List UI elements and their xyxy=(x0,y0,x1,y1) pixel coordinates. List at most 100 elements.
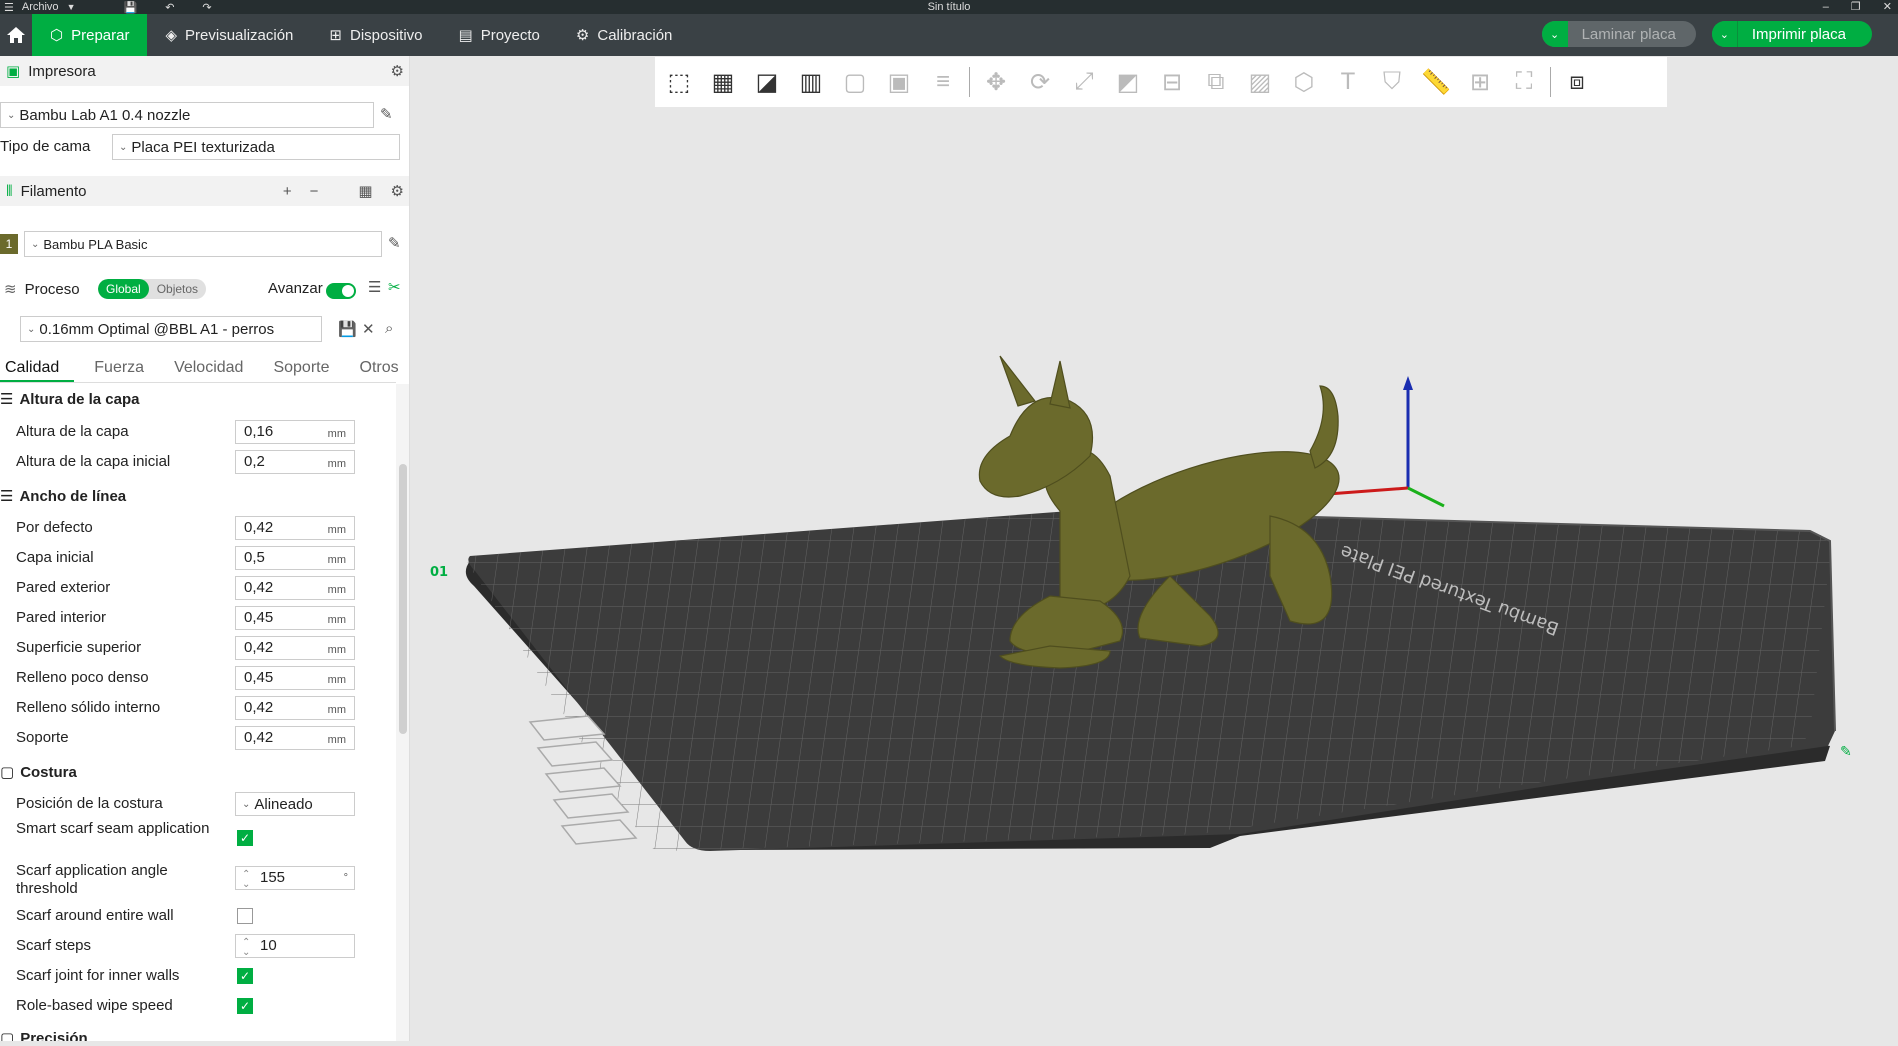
minimize-icon[interactable]: – xyxy=(1823,0,1829,14)
search-icon[interactable]: ⌕ xyxy=(385,320,393,337)
plate-lock-icon[interactable] xyxy=(552,793,630,819)
close-icon[interactable]: ✕ xyxy=(1883,0,1892,14)
scene-canvas[interactable]: Bambu Textured PEI Plate 01 ✎ xyxy=(410,56,1898,1041)
chevron-down-icon[interactable]: ⌄ xyxy=(1711,21,1738,47)
bed-type-select[interactable]: ⌄ Placa PEI texturizada xyxy=(112,134,400,160)
bed-type-label: Tipo de cama xyxy=(0,138,91,155)
seam-position-select[interactable]: ⌄ Alineado xyxy=(235,792,355,816)
role-wipe-checkbox[interactable]: ✓ xyxy=(237,998,253,1014)
gear-icon[interactable]: ⚙ xyxy=(391,182,404,200)
edit-icon[interactable]: ✎ xyxy=(380,105,393,123)
line-width-support-input[interactable]: 0,42 mm xyxy=(235,726,355,750)
measure-icon[interactable]: 📏 xyxy=(1418,64,1454,100)
filament-icon: ⦀ xyxy=(6,182,13,200)
initial-layer-height-input[interactable]: 0,2 mm xyxy=(235,450,355,474)
filament-sync-icon[interactable]: ▦ xyxy=(358,182,372,200)
setting-label: Pared interior xyxy=(16,609,107,626)
cut-icon[interactable]: ⊟ xyxy=(1154,64,1190,100)
setting-label: Scarf joint for inner walls xyxy=(16,967,180,984)
lay-flat-icon[interactable]: ◩ xyxy=(1110,64,1146,100)
scale-icon[interactable]: ⤢ xyxy=(1066,64,1102,100)
process-tabs: Calidad Fuerza Velocidad Soporte Otros xyxy=(0,354,410,382)
copy-icon[interactable]: ▢ xyxy=(837,64,873,100)
filament-slot-badge[interactable]: 1 xyxy=(0,234,18,254)
close-icon[interactable]: ✕ xyxy=(362,320,375,338)
seam-paint-icon[interactable]: ⬡ xyxy=(1286,64,1322,100)
line-width-sparse-infill-input[interactable]: 0,45 mm xyxy=(235,666,355,690)
bounding-box-icon[interactable]: ⛶ xyxy=(1506,64,1542,100)
line-width-inner-wall-input[interactable]: 0,45 mm xyxy=(235,606,355,630)
line-width-internal-solid-input[interactable]: 0,42 mm xyxy=(235,696,355,720)
layer-height-input[interactable]: 0,16 mm xyxy=(235,420,355,444)
tab-prepare[interactable]: ⬡ Preparar xyxy=(32,14,148,56)
scarf-inner-walls-checkbox[interactable]: ✓ xyxy=(237,968,253,984)
text-icon[interactable]: T xyxy=(1330,64,1366,100)
layers-icon[interactable]: ≡ xyxy=(925,64,961,100)
rotate-icon[interactable]: ⟳ xyxy=(1022,64,1058,100)
printer-icon: ▣ xyxy=(6,63,21,80)
scope-objects[interactable]: Objetos xyxy=(149,279,206,299)
chevron-down-icon[interactable]: ⌄ xyxy=(1541,21,1568,47)
plate-number-label[interactable]: 01 xyxy=(430,565,448,580)
list-icon[interactable]: ☰ xyxy=(368,278,381,296)
tab-others[interactable]: Otros xyxy=(345,354,410,382)
scope-global[interactable]: Global xyxy=(98,279,149,299)
arrange-icon[interactable]: ▥ xyxy=(793,64,829,100)
printer-select[interactable]: ⌄ Bambu Lab A1 0.4 nozzle xyxy=(0,102,374,128)
setting-label: Relleno poco denso xyxy=(16,669,149,686)
tab-speed[interactable]: Velocidad xyxy=(159,354,258,382)
scarf-angle-input[interactable]: 155° xyxy=(235,864,355,896)
auto-orient-icon[interactable]: ◪ xyxy=(749,64,785,100)
tab-preview[interactable]: ◈ Previsualización xyxy=(147,14,311,56)
plate-edit-icon[interactable]: ✎ xyxy=(1840,744,1852,760)
tab-quality[interactable]: Calidad xyxy=(0,354,75,382)
dog-model[interactable] xyxy=(978,355,1353,669)
line-width-default-input[interactable]: 0,42 mm xyxy=(235,516,355,540)
add-plate-icon[interactable]: ▦ xyxy=(705,64,741,100)
tab-strength[interactable]: Fuerza xyxy=(74,354,159,382)
seam-icon: ▢ xyxy=(0,764,15,781)
advanced-toggle[interactable] xyxy=(326,283,356,300)
layers-icon: ☰ xyxy=(0,391,14,408)
scarf-steps-input[interactable]: 10 xyxy=(235,932,355,964)
color-paint-icon[interactable]: ⛉ xyxy=(1374,64,1410,100)
process-scope-switch[interactable]: Global Objetos xyxy=(98,279,207,299)
plus-icon[interactable]: + xyxy=(283,183,292,200)
3d-viewport[interactable]: Bambu Textured PEI Plate 01 ✎ xyxy=(410,56,1898,1041)
tab-support[interactable]: Soporte xyxy=(258,354,344,382)
plate-delete-icon[interactable] xyxy=(560,819,638,845)
slice-plate-button[interactable]: ⌄ Laminar placa xyxy=(1541,21,1696,47)
tab-calibration[interactable]: ⚙ Calibración xyxy=(558,14,691,56)
process-profile-select[interactable]: ⌄ 0.16mm Optimal @BBL A1 - perros xyxy=(20,316,322,342)
setting-label: Capa inicial xyxy=(16,549,94,566)
sidebar-scrollbar[interactable] xyxy=(396,384,409,1041)
print-plate-button[interactable]: ⌄ Imprimir placa xyxy=(1711,21,1872,47)
minus-icon[interactable]: − xyxy=(310,183,319,200)
line-width-top-surface-input[interactable]: 0,42 mm xyxy=(235,636,355,660)
add-object-icon[interactable]: ⬚ xyxy=(661,64,697,100)
group-precision: ▢ Precisión xyxy=(0,1029,88,1042)
scrollbar-thumb[interactable] xyxy=(399,464,407,734)
y-axis xyxy=(1407,486,1445,508)
scarf-entire-wall-checkbox[interactable] xyxy=(237,908,253,924)
save-icon[interactable]: 💾 xyxy=(338,320,357,338)
explode-icon[interactable]: ⧈ xyxy=(1559,64,1595,100)
tab-project[interactable]: ▤ Proyecto xyxy=(441,14,558,56)
home-button[interactable] xyxy=(0,14,32,56)
support-paint-icon[interactable]: ▨ xyxy=(1242,64,1278,100)
line-width-initial-input[interactable]: 0,5 mm xyxy=(235,546,355,570)
chevron-down-icon: ⌄ xyxy=(27,323,36,335)
move-icon[interactable]: ✥ xyxy=(978,64,1014,100)
boolean-icon[interactable]: ⧉ xyxy=(1198,64,1234,100)
paste-icon[interactable]: ▣ xyxy=(881,64,917,100)
compare-icon[interactable]: ✂ xyxy=(388,278,401,296)
filament-select[interactable]: ⌄ Bambu PLA Basic xyxy=(24,231,382,257)
tab-device[interactable]: ⊞ Dispositivo xyxy=(311,14,440,56)
smart-scarf-checkbox[interactable]: ✓ xyxy=(237,830,253,846)
line-width-outer-wall-input[interactable]: 0,42 mm xyxy=(235,576,355,600)
chevron-down-icon: ⌄ xyxy=(242,798,251,810)
restore-icon[interactable]: ❐ xyxy=(1851,0,1861,14)
assembly-icon[interactable]: ⊞ xyxy=(1462,64,1498,100)
gear-icon[interactable]: ⚙ xyxy=(391,62,404,80)
edit-icon[interactable]: ✎ xyxy=(388,234,401,252)
